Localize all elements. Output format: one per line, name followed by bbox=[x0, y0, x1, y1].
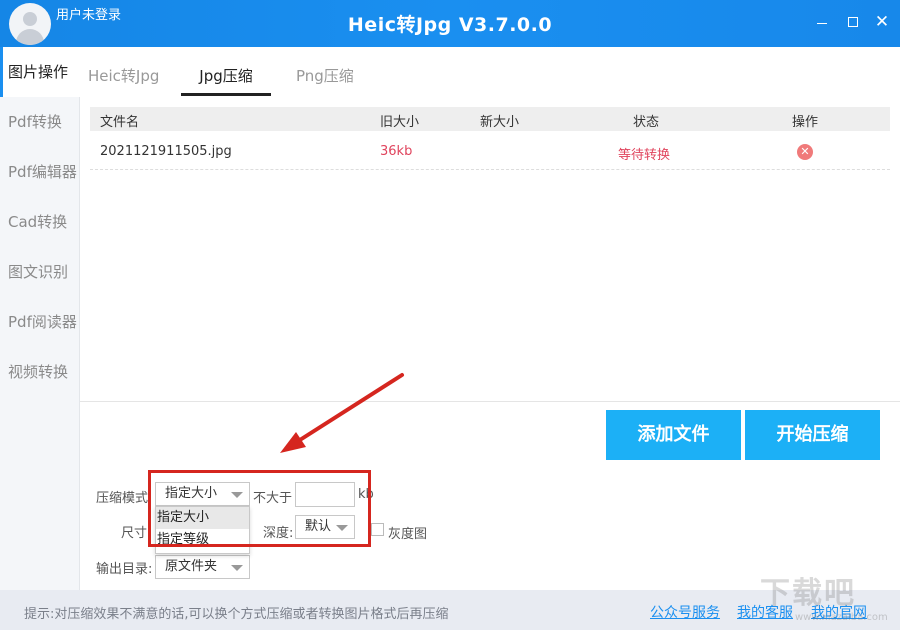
start-compress-button[interactable]: 开始压缩 bbox=[745, 410, 880, 460]
tab-png-compress[interactable]: Png压缩 bbox=[296, 60, 354, 96]
app-title: Heic转Jpg V3.7.0.0 bbox=[347, 14, 553, 36]
close-icon: ✕ bbox=[874, 12, 890, 32]
sidebar: 图片操作 Pdf转换 Pdf编辑器 Cad转换 图文识别 Pdf阅读器 视频转换 bbox=[0, 47, 80, 590]
chevron-down-icon bbox=[231, 565, 243, 571]
size-label: 尺寸 bbox=[121, 526, 148, 541]
tab-jpg-compress[interactable]: Jpg压缩 bbox=[181, 60, 271, 96]
add-file-button[interactable]: 添加文件 bbox=[606, 410, 741, 460]
output-dir-label: 输出目录: bbox=[96, 562, 153, 577]
delete-icon[interactable]: ✕ bbox=[797, 144, 813, 160]
annotation-arrow bbox=[280, 373, 404, 453]
column-action: 操作 bbox=[792, 115, 819, 130]
sidebar-item-ocr[interactable]: 图文识别 bbox=[0, 247, 80, 297]
watermark-url: www.xiazaiba.com bbox=[795, 612, 888, 623]
maximize-icon bbox=[848, 17, 858, 27]
maximize-button[interactable] bbox=[844, 13, 862, 31]
column-old-size: 旧大小 bbox=[380, 115, 420, 130]
grayscale-label: 灰度图 bbox=[388, 527, 428, 542]
column-new-size: 新大小 bbox=[480, 115, 520, 130]
sidebar-item-image-ops[interactable]: 图片操作 bbox=[0, 47, 80, 97]
minimize-icon bbox=[817, 23, 827, 24]
table-header: 文件名 旧大小 新大小 状态 操作 bbox=[90, 107, 890, 131]
row-filename: 2021121911505.jpg bbox=[100, 144, 232, 159]
column-filename: 文件名 bbox=[100, 115, 140, 130]
panel-divider bbox=[80, 401, 900, 402]
link-wechat-service[interactable]: 公众号服务 bbox=[650, 602, 720, 622]
watermark: 下载吧 bbox=[760, 576, 856, 611]
sidebar-item-pdf-convert[interactable]: Pdf转换 bbox=[0, 97, 80, 147]
row-status: 等待转换 bbox=[618, 148, 671, 163]
compress-mode-label: 压缩模式 bbox=[96, 491, 149, 506]
sidebar-item-pdf-reader[interactable]: Pdf阅读器 bbox=[0, 297, 80, 347]
table-row[interactable]: 2021121911505.jpg 36kb 等待转换 ✕ bbox=[90, 136, 890, 170]
grayscale-checkbox[interactable] bbox=[371, 523, 384, 536]
column-status: 状态 bbox=[633, 115, 660, 130]
output-dir-value: 原文件夹 bbox=[165, 559, 218, 574]
minimize-button[interactable] bbox=[813, 13, 831, 31]
output-dir-select[interactable]: 原文件夹 bbox=[155, 555, 250, 579]
row-old-size: 36kb bbox=[380, 144, 413, 159]
tab-heic-to-jpg[interactable]: Heic转Jpg bbox=[88, 60, 159, 96]
sidebar-item-video-convert[interactable]: 视频转换 bbox=[0, 347, 80, 397]
footer-tip: 提示:对压缩效果不满意的话,可以换个方式压缩或者转换图片格式后再压缩 bbox=[24, 607, 449, 622]
title-bar: 用户未登录 Heic转Jpg V3.7.0.0 ✕ bbox=[0, 0, 900, 47]
sidebar-item-pdf-editor[interactable]: Pdf编辑器 bbox=[0, 147, 80, 197]
sidebar-item-cad-convert[interactable]: Cad转换 bbox=[0, 197, 80, 247]
close-button[interactable]: ✕ bbox=[873, 13, 891, 31]
highlight-box bbox=[148, 470, 371, 547]
